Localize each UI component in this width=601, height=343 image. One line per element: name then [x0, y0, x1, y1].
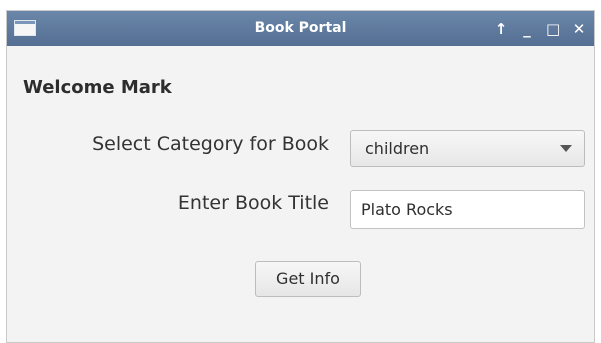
main-content: Welcome Mark Select Category for Book ch…: [7, 46, 594, 342]
category-label: Select Category for Book: [92, 133, 329, 155]
welcome-heading: Welcome Mark: [23, 77, 172, 98]
close-icon[interactable]: ✕: [572, 20, 586, 38]
minimize-icon[interactable]: _: [520, 20, 534, 38]
book-title-input[interactable]: [350, 190, 585, 229]
category-selected-value: children: [365, 139, 430, 158]
category-dropdown[interactable]: children: [350, 130, 585, 167]
arrow-up-icon[interactable]: ↑: [494, 20, 508, 38]
app-window: Book Portal ↑ _ □ ✕ Welcome Mark Select …: [6, 10, 595, 343]
get-info-button[interactable]: Get Info: [255, 261, 361, 297]
maximize-icon[interactable]: □: [546, 20, 560, 38]
book-title-label: Enter Book Title: [177, 192, 329, 214]
title-bar[interactable]: Book Portal ↑ _ □ ✕: [7, 11, 594, 46]
chevron-down-icon[interactable]: [560, 145, 572, 152]
window-controls: ↑ _ □ ✕: [494, 11, 586, 46]
